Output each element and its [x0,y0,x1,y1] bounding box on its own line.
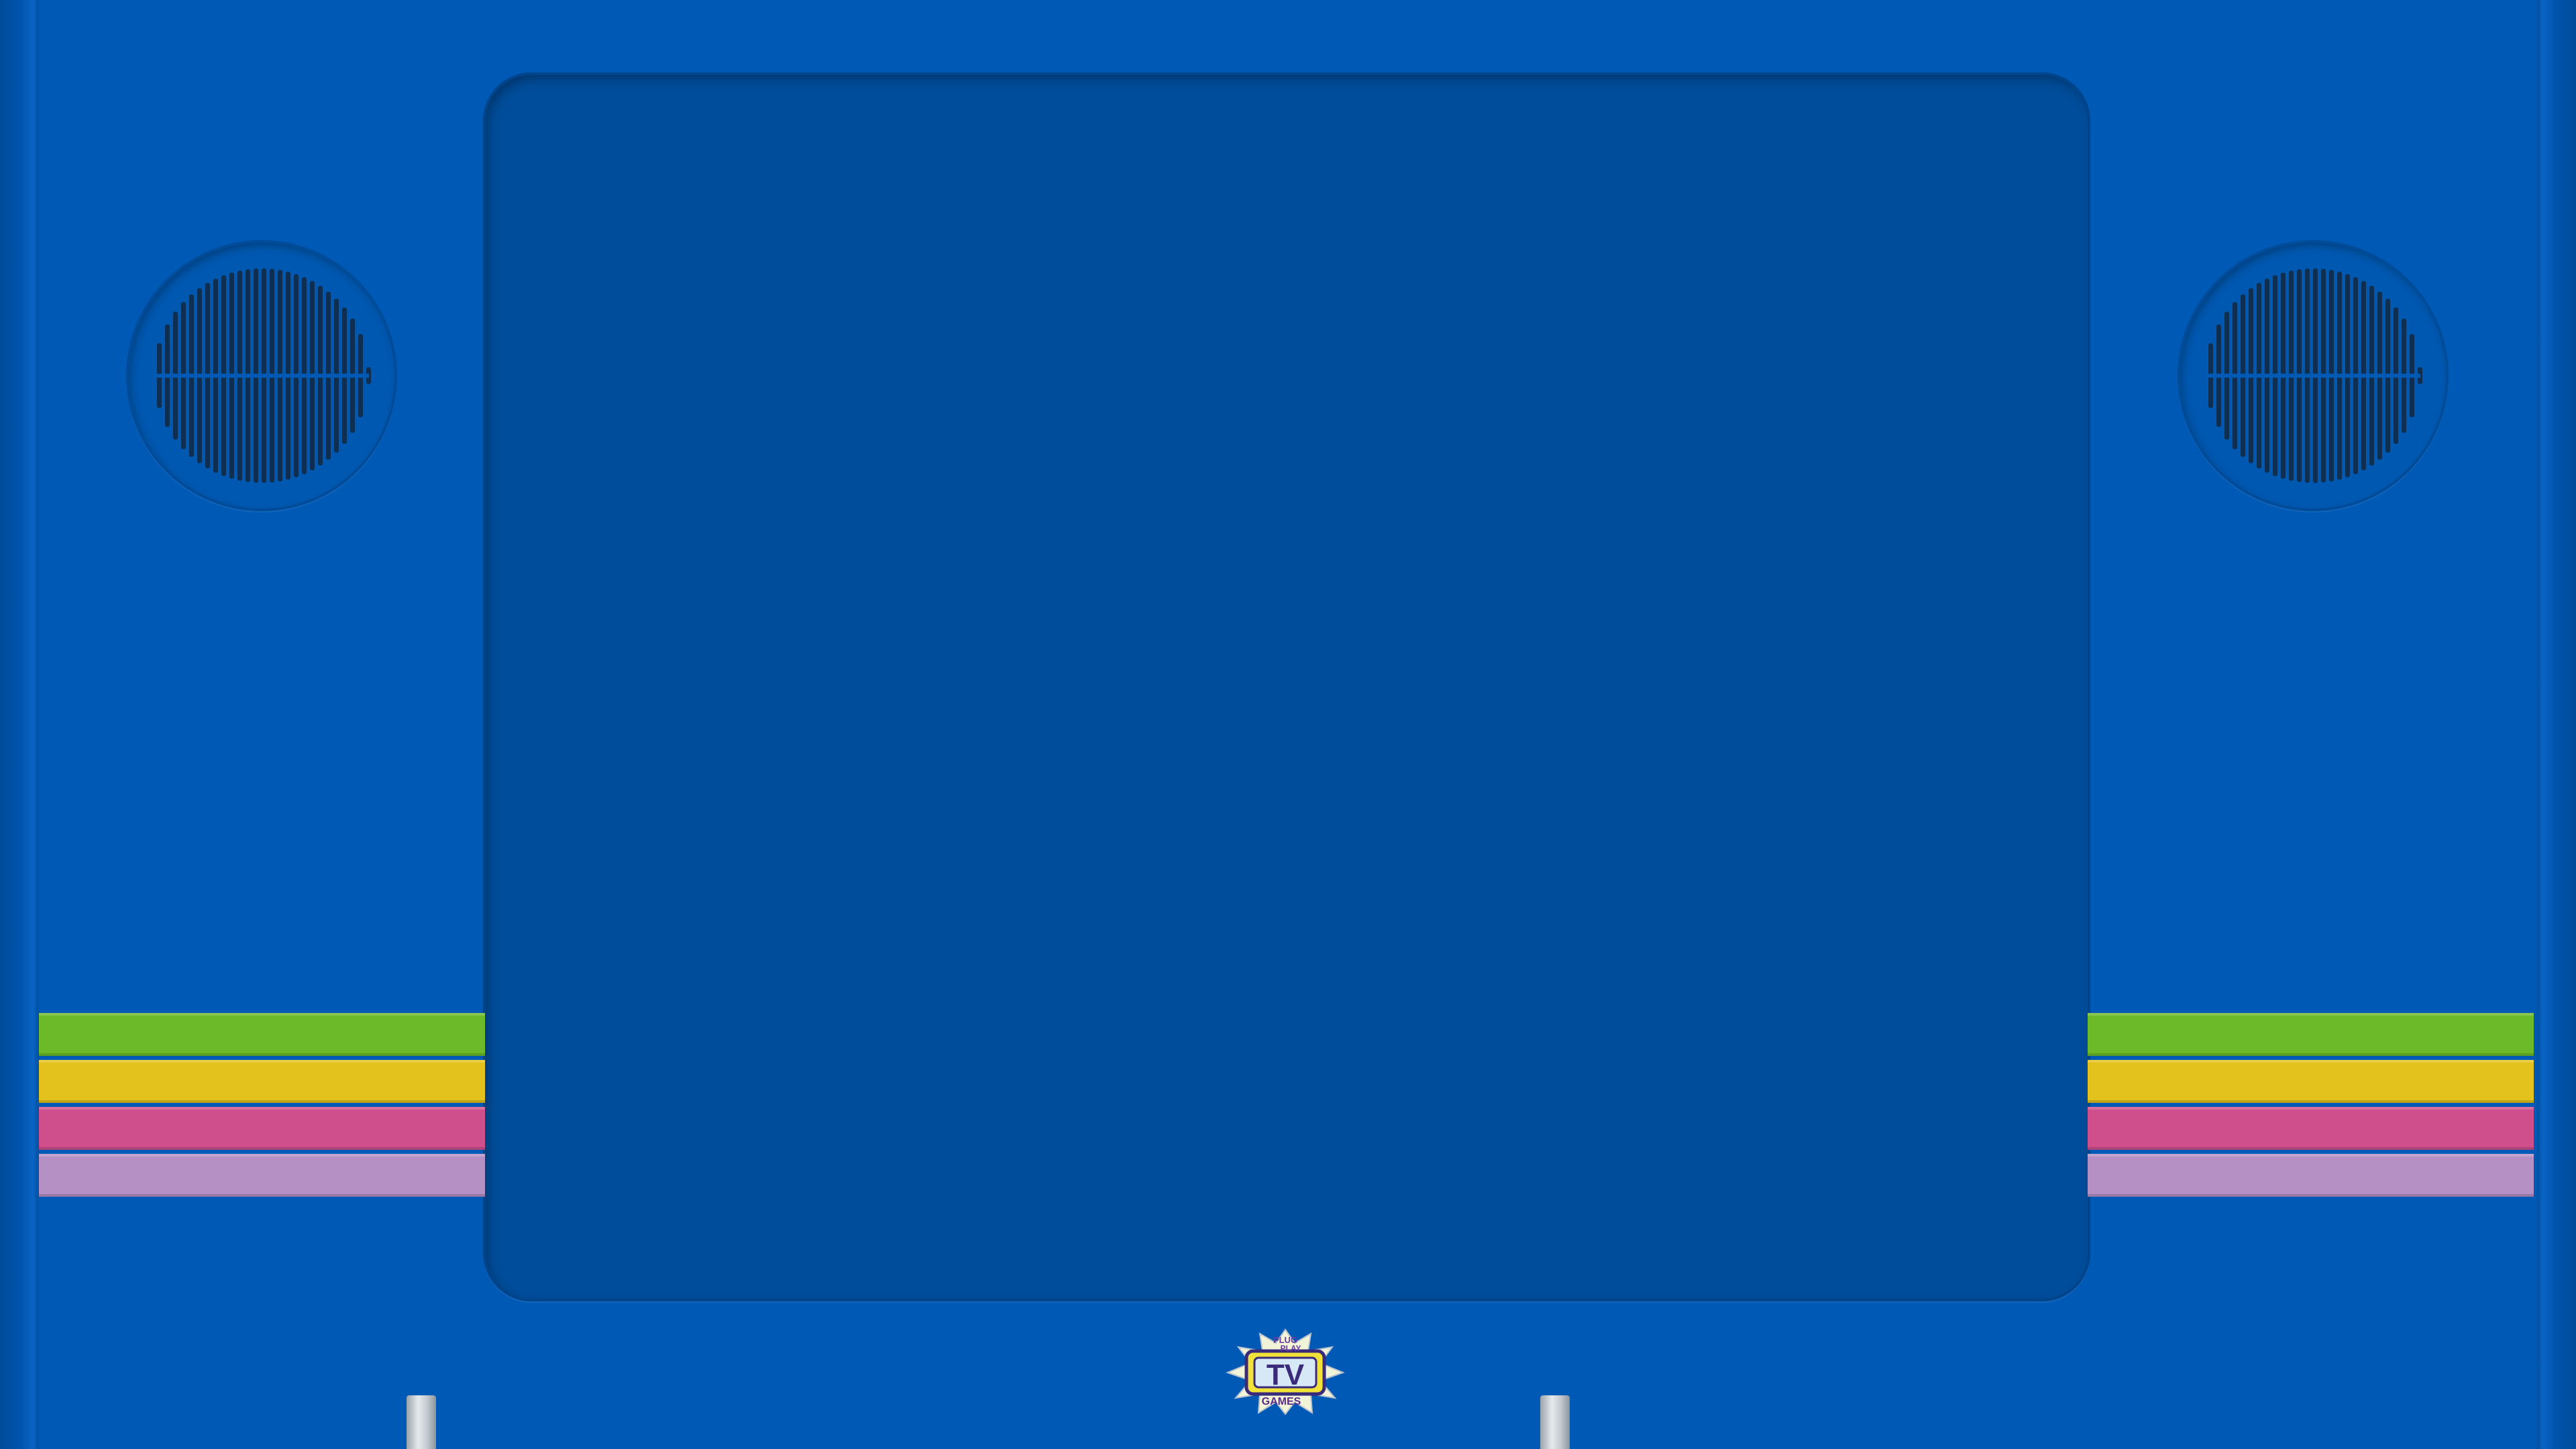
grille-center-bar [154,374,369,378]
stripe-yellow [39,1060,485,1103]
stripe-green [2088,1013,2534,1056]
plug-play-tv-games-logo: PLUG PLAY TV GAMES [1225,1328,1346,1415]
left-edge [0,0,39,1449]
stripe-yellow [2088,1060,2534,1103]
logo-line2: PLAY [1281,1344,1301,1353]
stripe-lavender [2088,1154,2534,1197]
stripe-green [39,1013,485,1056]
right-speaker [2178,240,2449,511]
stand-post-left [407,1395,436,1449]
speaker-grille-icon [2206,268,2422,483]
left-color-stripes [39,1013,485,1201]
console-bezel: PLUG PLAY TV GAMES [0,0,2576,1449]
game-screen [483,72,2090,1301]
stand-post-right [1540,1395,1570,1449]
logo-main: TV [1267,1358,1305,1391]
right-edge [2537,0,2576,1449]
speaker-grille-icon [154,268,371,483]
grille-center-bar [2206,374,2420,378]
stripe-pink [39,1107,485,1150]
left-speaker [126,240,397,511]
stripe-pink [2088,1107,2534,1150]
logo-line3: GAMES [1262,1396,1301,1407]
right-color-stripes [2088,1013,2534,1201]
stripe-lavender [39,1154,485,1197]
